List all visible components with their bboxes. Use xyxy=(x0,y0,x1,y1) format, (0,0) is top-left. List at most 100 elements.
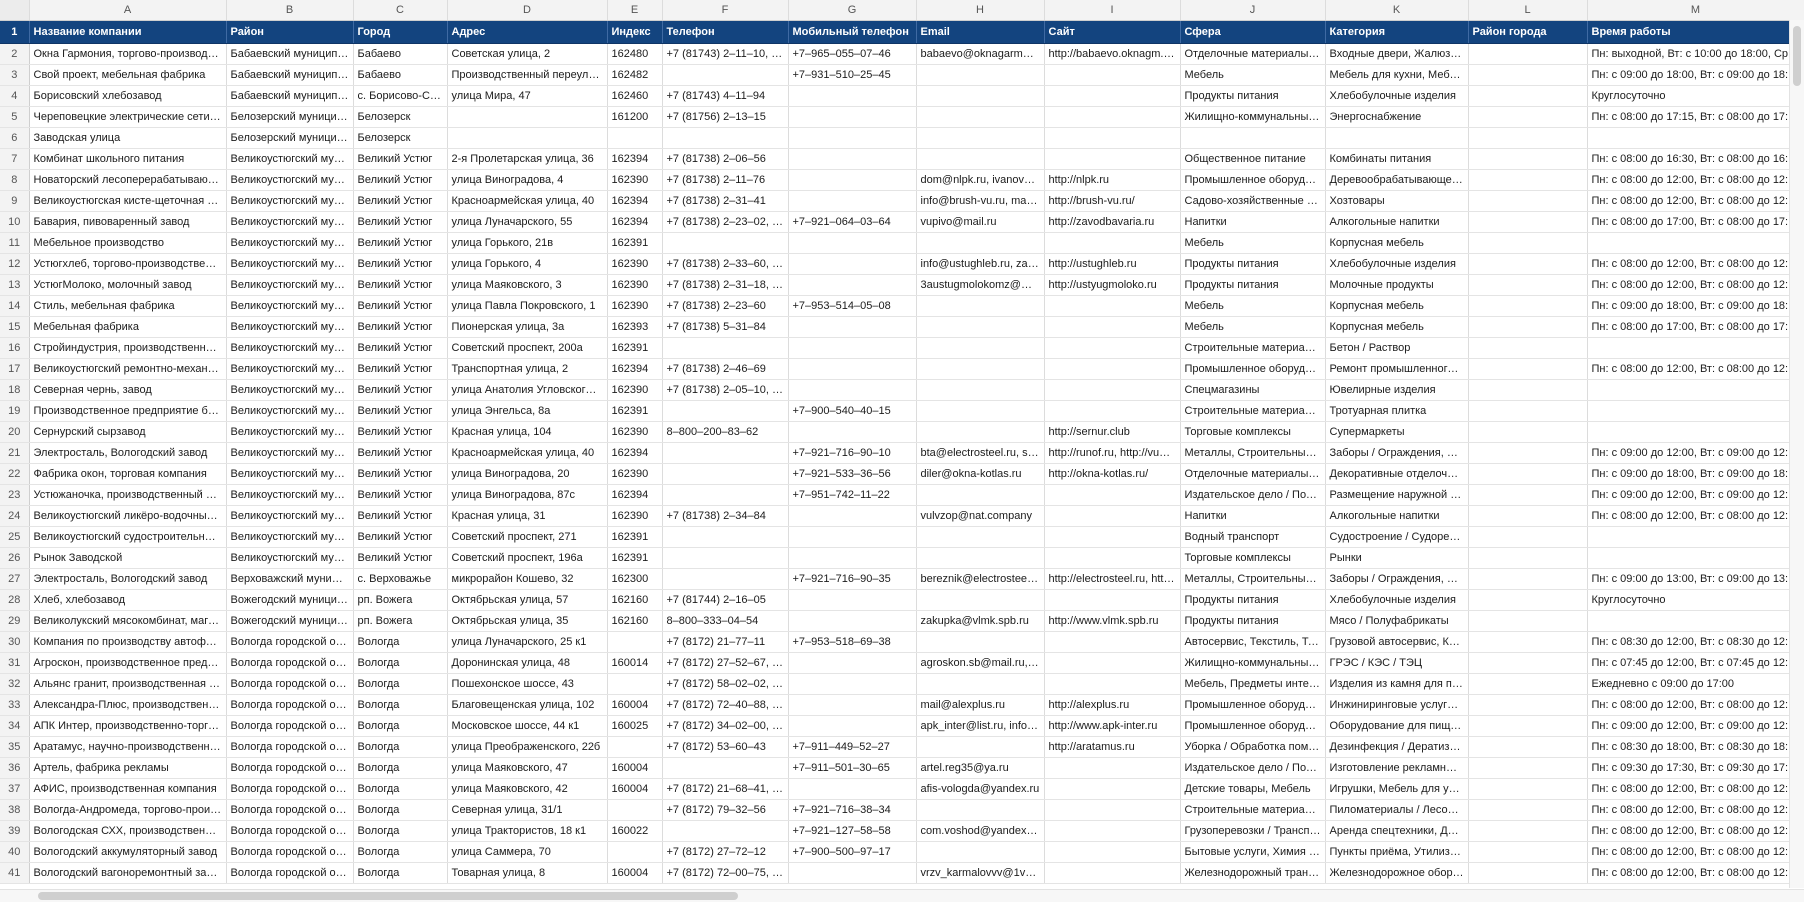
table-cell[interactable]: +7 (81738) 2–05–10, +7… xyxy=(662,379,789,401)
table-cell[interactable] xyxy=(916,379,1045,401)
row-number[interactable]: 18 xyxy=(0,379,30,401)
table-cell[interactable]: +7–900–540–40–15 xyxy=(788,400,917,422)
table-cell[interactable]: Продукты питания xyxy=(1180,253,1326,275)
table-cell[interactable]: 162394 xyxy=(607,442,663,464)
table-cell[interactable]: 162390 xyxy=(607,274,663,296)
table-cell[interactable]: Грузоперевозки / Транспо… xyxy=(1180,820,1326,842)
table-cell[interactable]: Бабаево xyxy=(353,43,448,65)
table-cell[interactable] xyxy=(1044,799,1181,821)
table-cell[interactable]: Устюжаночка, производственный цех xyxy=(29,484,227,506)
table-cell[interactable]: 162394 xyxy=(607,484,663,506)
table-cell[interactable] xyxy=(916,85,1045,107)
table-cell[interactable]: Аренда спецтехники, Дере… xyxy=(1325,820,1469,842)
data-grid[interactable]: ABCDEFGHIJKLM 1 Название компании Район Гор… xyxy=(0,0,1804,884)
row-number[interactable]: 36 xyxy=(0,757,30,779)
table-cell[interactable]: Комбинаты питания xyxy=(1325,148,1469,170)
row-number[interactable]: 13 xyxy=(0,274,30,296)
table-cell[interactable]: 160022 xyxy=(607,820,663,842)
table-cell[interactable]: Артель, фабрика рекламы xyxy=(29,757,227,779)
table-cell[interactable]: apk_inter@list.ru, info@… xyxy=(916,715,1045,737)
table-cell[interactable]: Продукты питания xyxy=(1180,274,1326,296)
table-cell[interactable]: Инжиниринговые услуги, … xyxy=(1325,694,1469,716)
table-cell[interactable]: Великоустюгский муни… xyxy=(226,421,354,443)
table-cell[interactable]: Великий Устюг xyxy=(353,253,448,275)
table-cell[interactable]: АФИС, производственная компания xyxy=(29,778,227,800)
table-cell[interactable]: +7 (8172) 53–60–43 xyxy=(662,736,789,758)
table-cell[interactable] xyxy=(662,463,789,485)
table-cell[interactable]: Верховажский муници… xyxy=(226,568,354,590)
table-cell[interactable]: Хлебобулочные изделия xyxy=(1325,253,1469,275)
table-cell[interactable]: Великоустюгская кисте-щеточная фа… xyxy=(29,190,227,212)
table-cell[interactable] xyxy=(1044,505,1181,527)
table-cell[interactable]: Продукты питания xyxy=(1180,610,1326,632)
table-cell[interactable] xyxy=(607,799,663,821)
table-cell[interactable] xyxy=(1044,127,1181,149)
table-cell[interactable]: Великоустюгский муни… xyxy=(226,316,354,338)
table-cell[interactable]: Великий Устюг xyxy=(353,316,448,338)
table-cell[interactable]: bereznik@electrosteel.ru… xyxy=(916,568,1045,590)
column-letter-header[interactable]: E xyxy=(607,0,663,21)
table-cell[interactable]: Великоустюгский ликёро-водочный з… xyxy=(29,505,227,527)
row-number[interactable]: 26 xyxy=(0,547,30,569)
table-cell[interactable]: 161200 xyxy=(607,106,663,128)
row-number[interactable]: 7 xyxy=(0,148,30,170)
table-cell[interactable]: Вологда городской ок… xyxy=(226,820,354,842)
table-cell[interactable] xyxy=(1044,232,1181,254)
table-cell[interactable]: Пиломатериалы / Лесомат… xyxy=(1325,799,1469,821)
table-cell[interactable] xyxy=(1044,862,1181,884)
table-cell[interactable]: artel.reg35@ya.ru xyxy=(916,757,1045,779)
table-cell[interactable]: 160004 xyxy=(607,694,663,716)
table-cell[interactable]: Великоустюгский муни… xyxy=(226,358,354,380)
table-cell[interactable]: Хлебобулочные изделия xyxy=(1325,85,1469,107)
table-cell[interactable]: Торговые комплексы xyxy=(1180,547,1326,569)
table-cell[interactable]: Великоустюгский муни… xyxy=(226,253,354,275)
table-cell[interactable]: Молочные продукты xyxy=(1325,274,1469,296)
table-cell[interactable] xyxy=(788,358,917,380)
table-cell[interactable] xyxy=(788,505,917,527)
row-number[interactable]: 29 xyxy=(0,610,30,632)
table-cell[interactable]: Судостроение / Судоремонт xyxy=(1325,526,1469,548)
table-cell[interactable]: Красная улица, 31 xyxy=(447,505,608,527)
table-cell[interactable]: http://runof.ru, http://vust… xyxy=(1044,442,1181,464)
table-cell[interactable]: Напитки xyxy=(1180,211,1326,233)
table-cell[interactable]: Великий Устюг xyxy=(353,211,448,233)
table-cell[interactable] xyxy=(788,379,917,401)
row-number[interactable]: 37 xyxy=(0,778,30,800)
table-cell[interactable] xyxy=(1587,379,1804,401)
table-cell[interactable] xyxy=(1044,820,1181,842)
table-cell[interactable]: 162390 xyxy=(607,505,663,527)
spreadsheet[interactable]: ABCDEFGHIJKLM 1 Название компании Район Гор… xyxy=(0,0,1804,902)
table-cell[interactable]: Жилищно-коммунальные … xyxy=(1180,652,1326,674)
table-cell[interactable]: Спецмагазины xyxy=(1180,379,1326,401)
table-cell[interactable]: Великий Устюг xyxy=(353,274,448,296)
table-cell[interactable]: улица Луначарского, 25 к1 xyxy=(447,631,608,653)
table-cell[interactable]: Вологда городской ок… xyxy=(226,736,354,758)
table-cell[interactable]: +7 (81738) 2–33–60, +7… xyxy=(662,253,789,275)
table-cell[interactable]: Белозерский муницип… xyxy=(226,106,354,128)
table-cell[interactable]: улица Горького, 4 xyxy=(447,253,608,275)
table-cell[interactable]: Железнодорожный трансп… xyxy=(1180,862,1326,884)
table-cell[interactable]: Доронинская улица, 48 xyxy=(447,652,608,674)
table-cell[interactable] xyxy=(1044,673,1181,695)
table-cell[interactable] xyxy=(1044,841,1181,863)
table-cell[interactable]: Вологда городской ок… xyxy=(226,841,354,863)
table-cell[interactable] xyxy=(1468,64,1588,86)
table-cell[interactable]: Вологда xyxy=(353,799,448,821)
table-cell[interactable]: Мебель для кухни, Мебель… xyxy=(1325,64,1469,86)
table-cell[interactable]: Советский проспект, 200а xyxy=(447,337,608,359)
table-cell[interactable]: Грузовой автосервис, Кар… xyxy=(1325,631,1469,653)
row-number[interactable]: 25 xyxy=(0,526,30,548)
table-cell[interactable]: 160014 xyxy=(607,652,663,674)
table-cell[interactable] xyxy=(1468,211,1588,233)
row-number[interactable]: 32 xyxy=(0,673,30,695)
table-cell[interactable] xyxy=(916,400,1045,422)
table-cell[interactable] xyxy=(916,736,1045,758)
table-cell[interactable] xyxy=(1044,295,1181,317)
table-cell[interactable]: 162300 xyxy=(607,568,663,590)
table-cell[interactable]: Пн: с 08:00 до 12:00, Вт: с 08:00 до 12:… xyxy=(1587,820,1804,842)
table-cell[interactable]: Вологда городской ок… xyxy=(226,631,354,653)
table-cell[interactable] xyxy=(1468,547,1588,569)
table-cell[interactable]: 162482 xyxy=(607,64,663,86)
table-cell[interactable] xyxy=(662,337,789,359)
table-cell[interactable]: Вологда городской ок… xyxy=(226,715,354,737)
